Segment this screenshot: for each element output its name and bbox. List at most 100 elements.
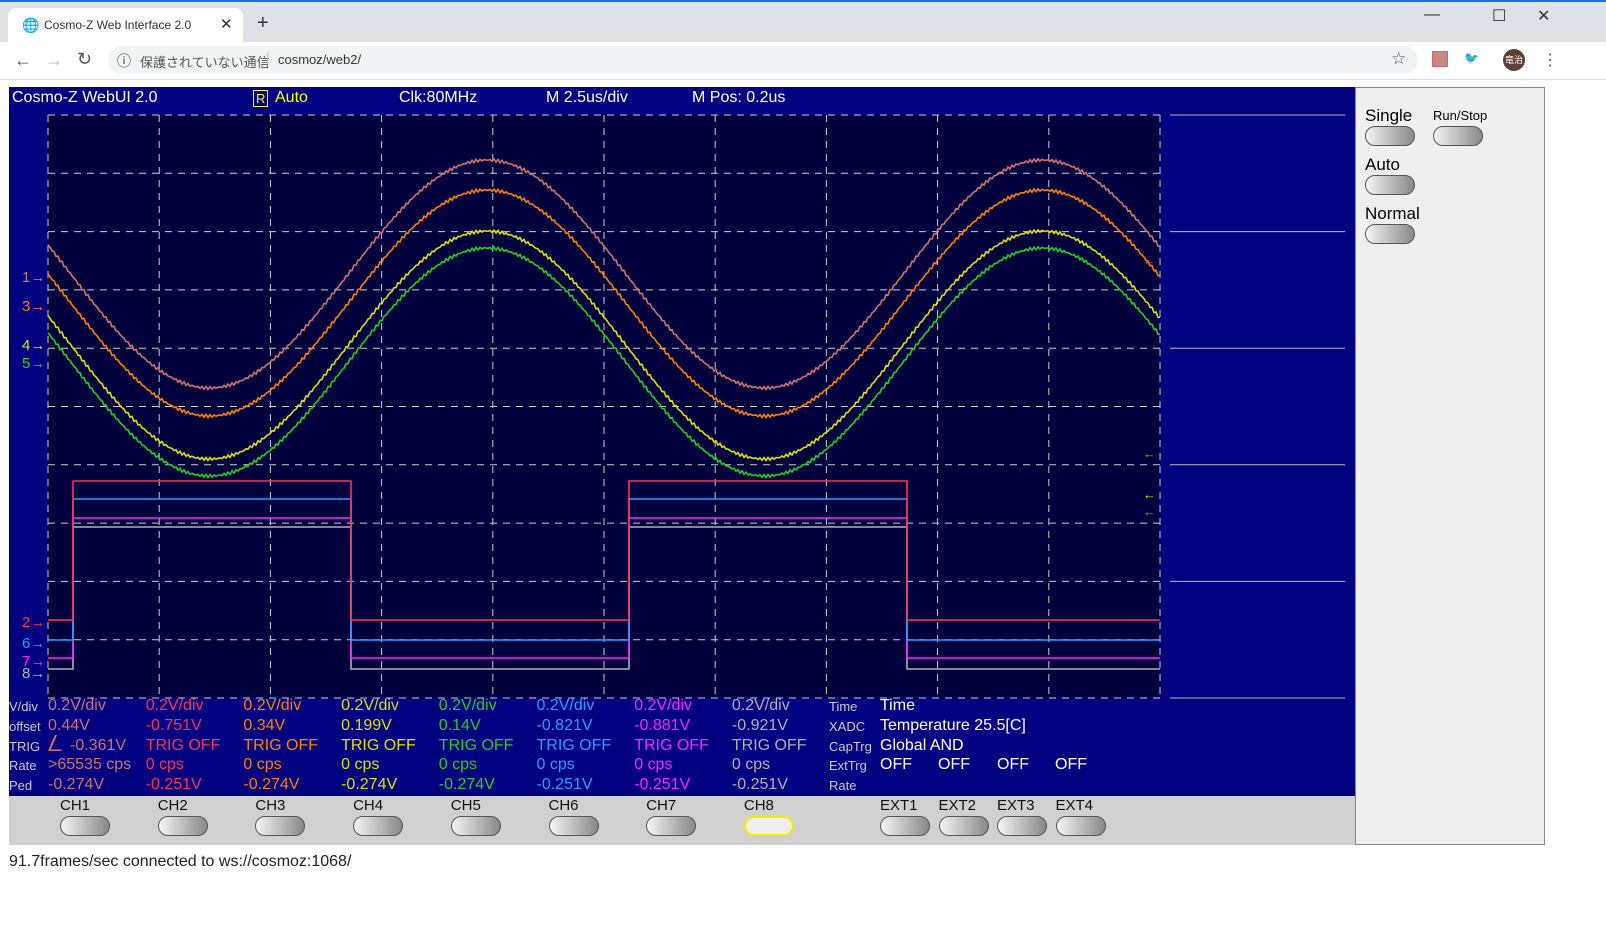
ch8-trig[interactable]: TRIG OFF bbox=[732, 737, 807, 755]
ch4-offset[interactable]: 0.199V bbox=[341, 717, 392, 735]
ext2-button[interactable] bbox=[938, 816, 989, 836]
runstop-button[interactable] bbox=[1433, 126, 1483, 146]
ch8-vdiv[interactable]: 0.2V/div bbox=[732, 697, 790, 715]
ch2-offset[interactable]: -0.751V bbox=[146, 717, 202, 735]
ext3-button[interactable] bbox=[997, 816, 1047, 836]
ch6-vdiv[interactable]: 0.2V/div bbox=[537, 697, 595, 715]
ch1-offset[interactable]: 0.44V bbox=[48, 717, 90, 735]
status-text: 91.7frames/sec connected to ws://cosmoz:… bbox=[9, 853, 352, 870]
ext3-label: EXT3 bbox=[997, 797, 1035, 814]
info-label: ExtTrg bbox=[829, 758, 867, 773]
ch6-label: CH6 bbox=[548, 797, 579, 814]
ch1-trig[interactable]: -0.361V bbox=[70, 737, 126, 755]
row-label-trig: TRIG bbox=[9, 739, 41, 754]
ch3-rate: 0 cps bbox=[243, 756, 282, 773]
time-value: Time bbox=[880, 697, 915, 714]
exttrg-2-value[interactable]: OFF bbox=[938, 756, 970, 774]
ch2-label: CH2 bbox=[157, 797, 188, 814]
ch5-ped: -0.274V bbox=[438, 776, 495, 793]
ch5-trig[interactable]: TRIG OFF bbox=[439, 737, 514, 755]
info-label: Rate bbox=[829, 778, 857, 793]
ch1-rate: >65535 cps bbox=[48, 756, 132, 773]
ch2-vdiv[interactable]: 0.2V/div bbox=[146, 697, 204, 715]
ch6-trig[interactable]: TRIG OFF bbox=[537, 737, 612, 755]
ext4-label: EXT4 bbox=[1055, 797, 1094, 814]
arrow-icon: → bbox=[30, 665, 46, 682]
ch6-ped: -0.251V bbox=[536, 776, 593, 793]
falling-edge-icon: ⎳ bbox=[48, 735, 62, 752]
ch4-button[interactable] bbox=[353, 816, 404, 836]
row-label-rate: Rate bbox=[9, 758, 37, 773]
ext1-button[interactable] bbox=[880, 816, 930, 836]
ch3-label: CH3 bbox=[255, 797, 286, 814]
channel-marker-8[interactable]: 8→ bbox=[22, 665, 45, 682]
captrg-value[interactable]: Global AND bbox=[880, 737, 964, 755]
arrow-icon: → bbox=[30, 269, 46, 286]
channel-marker-1[interactable]: 1→ bbox=[22, 269, 45, 286]
ch1-label: CH1 bbox=[60, 797, 91, 814]
exttrg-1-value[interactable]: OFF bbox=[880, 756, 912, 774]
info-label: XADC bbox=[829, 719, 866, 734]
arrow-icon: → bbox=[30, 635, 46, 652]
ch7-vdiv[interactable]: 0.2V/div bbox=[634, 697, 692, 715]
trigger-level-marker: ← bbox=[1143, 446, 1156, 461]
ch1-button[interactable] bbox=[60, 816, 110, 836]
ext2-label: EXT2 bbox=[938, 797, 977, 814]
normal-label: Normal bbox=[1365, 204, 1420, 223]
ch4-ped: -0.274V bbox=[341, 776, 398, 793]
ch8-offset[interactable]: -0.921V bbox=[732, 717, 788, 735]
ch5-button[interactable] bbox=[450, 816, 501, 836]
exttrg-3-value[interactable]: OFF bbox=[997, 756, 1029, 774]
trigger-level-marker: ← bbox=[1143, 504, 1156, 519]
ch1-vdiv[interactable]: 0.2V/div bbox=[48, 697, 106, 715]
ch8-button[interactable] bbox=[743, 816, 794, 836]
ch8-rate: 0 cps bbox=[731, 756, 771, 773]
ext1-label: EXT1 bbox=[880, 797, 918, 814]
arrow-icon: → bbox=[30, 298, 46, 315]
arrow-icon: → bbox=[30, 614, 46, 631]
row-label-ped: Ped bbox=[9, 778, 33, 793]
ch2-ped: -0.251V bbox=[145, 776, 202, 793]
ch8-label: CH8 bbox=[743, 797, 774, 814]
ch5-offset[interactable]: 0.14V bbox=[439, 717, 481, 735]
ch7-ped: -0.251V bbox=[634, 776, 691, 793]
acquisition-panel: Single Run/Stop Auto Normal bbox=[1355, 87, 1545, 845]
channel-marker-5[interactable]: 5→ bbox=[22, 355, 45, 372]
channel-marker-2[interactable]: 2→ bbox=[22, 614, 45, 631]
ch5-rate: 0 cps bbox=[438, 756, 478, 773]
ch3-offset[interactable]: 0.34V bbox=[243, 717, 285, 735]
runstop-label: Run/Stop bbox=[1433, 108, 1488, 123]
row-label-offset: offset bbox=[9, 719, 41, 734]
ch3-vdiv[interactable]: 0.2V/div bbox=[243, 697, 301, 715]
ch5-label: CH5 bbox=[450, 797, 481, 814]
channel-marker-4[interactable]: 4→ bbox=[22, 337, 45, 354]
ext4-button[interactable] bbox=[1055, 816, 1106, 836]
channel-marker-3[interactable]: 3→ bbox=[22, 298, 45, 315]
ch7-label: CH7 bbox=[646, 797, 677, 814]
ch6-offset[interactable]: -0.821V bbox=[537, 717, 593, 735]
ch2-trig[interactable]: TRIG OFF bbox=[146, 737, 221, 755]
ch3-trig[interactable]: TRIG OFF bbox=[243, 737, 318, 755]
auto-button[interactable] bbox=[1365, 175, 1415, 195]
channel-marker-6[interactable]: 6→ bbox=[22, 635, 45, 652]
xadc-value: Temperature 25.5[C] bbox=[880, 717, 1026, 734]
ch2-rate: 0 cps bbox=[145, 756, 184, 773]
info-label: CapTrg bbox=[829, 739, 872, 754]
ch3-button[interactable] bbox=[255, 816, 306, 836]
single-button[interactable] bbox=[1365, 126, 1415, 146]
ch4-trig[interactable]: TRIG OFF bbox=[341, 737, 416, 755]
ch4-vdiv[interactable]: 0.2V/div bbox=[341, 697, 399, 715]
arrow-icon: → bbox=[30, 337, 46, 354]
ch7-button[interactable] bbox=[646, 816, 697, 836]
ch5-vdiv[interactable]: 0.2V/div bbox=[439, 697, 497, 715]
trigger-level-marker: ← bbox=[1143, 253, 1156, 268]
exttrg-4-value[interactable]: OFF bbox=[1055, 756, 1087, 774]
ch6-button[interactable] bbox=[548, 816, 599, 836]
single-label: Single bbox=[1365, 106, 1413, 125]
ch4-label: CH4 bbox=[353, 797, 384, 814]
ch7-offset[interactable]: -0.881V bbox=[634, 717, 690, 735]
normal-button[interactable] bbox=[1365, 224, 1415, 244]
ch7-trig[interactable]: TRIG OFF bbox=[634, 737, 709, 755]
ch2-button[interactable] bbox=[157, 816, 208, 836]
info-label: Time bbox=[829, 699, 858, 714]
